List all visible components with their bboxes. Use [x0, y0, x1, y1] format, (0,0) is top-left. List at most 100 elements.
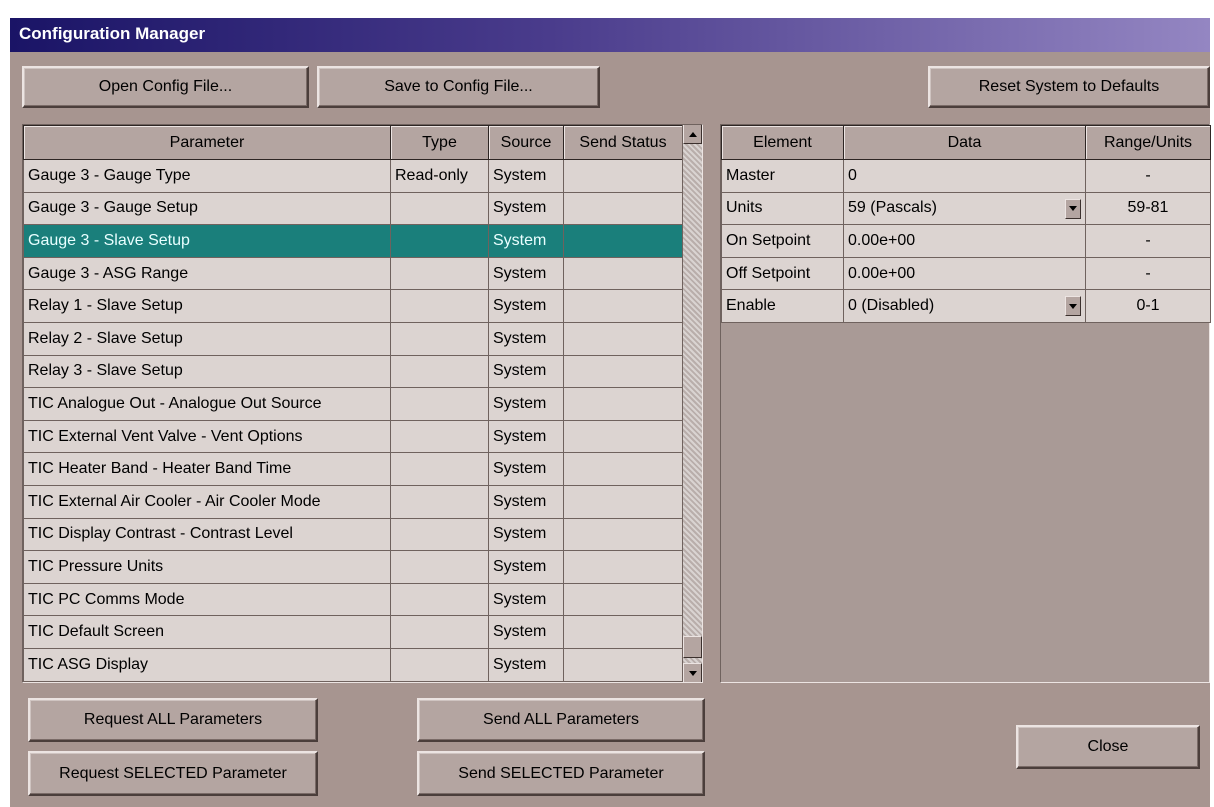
parameter-row[interactable]: Relay 1 - Slave Setup System — [23, 289, 683, 323]
send-status-cell[interactable] — [563, 354, 683, 389]
parameter-cell[interactable]: Relay 3 - Slave Setup — [23, 354, 391, 389]
send-status-cell[interactable] — [563, 484, 683, 519]
type-cell[interactable] — [390, 582, 489, 617]
source-cell[interactable]: System — [488, 289, 564, 323]
source-cell[interactable]: System — [488, 354, 564, 389]
send-status-cell[interactable] — [563, 419, 683, 454]
parameter-row[interactable]: TIC ASG Display System — [23, 647, 683, 682]
type-cell[interactable] — [390, 354, 489, 389]
element-data-field[interactable]: 0.00e+00 — [843, 256, 1086, 291]
send-status-cell[interactable] — [563, 289, 683, 323]
send-status-cell[interactable] — [563, 387, 683, 421]
parameter-cell[interactable]: TIC Pressure Units — [23, 550, 391, 584]
source-cell[interactable]: System — [488, 387, 564, 421]
source-cell[interactable]: System — [488, 582, 564, 617]
parameter-cell[interactable]: TIC Default Screen — [23, 615, 391, 649]
close-button[interactable]: Close — [1016, 725, 1200, 769]
title-bar[interactable]: Configuration Manager — [10, 18, 1210, 52]
source-cell[interactable]: System — [488, 419, 564, 454]
column-header-data[interactable]: Data — [843, 125, 1086, 160]
source-cell[interactable]: System — [488, 256, 564, 291]
type-cell[interactable] — [390, 484, 489, 519]
parameter-row[interactable]: TIC Display Contrast - Contrast Level Sys… — [23, 517, 683, 552]
parameter-row[interactable]: Gauge 3 - ASG Range System — [23, 256, 683, 291]
element-data-field[interactable]: 0.00e+00 — [843, 224, 1086, 258]
element-data-dropdown[interactable]: 0 (Disabled) — [843, 289, 1086, 323]
parameter-row[interactable]: Gauge 3 - Gauge Setup System — [23, 191, 683, 226]
parameter-cell[interactable]: TIC Analogue Out - Analogue Out Source — [23, 387, 391, 421]
type-cell[interactable] — [390, 289, 489, 323]
send-status-cell[interactable] — [563, 159, 683, 193]
parameter-table-scrollbar[interactable] — [682, 124, 702, 683]
parameter-cell[interactable]: Relay 1 - Slave Setup — [23, 289, 391, 323]
column-header-element[interactable]: Element — [721, 125, 844, 160]
save-config-file-button[interactable]: Save to Config File... — [317, 66, 600, 108]
parameter-row[interactable]: TIC External Vent Valve - Vent Options Sy… — [23, 419, 683, 454]
parameter-cell[interactable]: TIC ASG Display — [23, 647, 391, 682]
parameter-row[interactable]: TIC External Air Cooler - Air Cooler Mod… — [23, 484, 683, 519]
parameter-cell[interactable]: Gauge 3 - Gauge Type — [23, 159, 391, 193]
column-header-range-units[interactable]: Range/Units — [1085, 125, 1211, 160]
type-cell[interactable] — [390, 387, 489, 421]
parameter-row[interactable]: Relay 3 - Slave Setup System — [23, 354, 683, 389]
send-status-cell[interactable] — [563, 256, 683, 291]
element-data-dropdown[interactable]: 59 (Pascals) — [843, 191, 1086, 226]
parameter-cell[interactable]: TIC Heater Band - Heater Band Time — [23, 452, 391, 486]
send-status-cell[interactable] — [563, 550, 683, 584]
send-status-cell[interactable] — [563, 452, 683, 486]
type-cell[interactable] — [390, 647, 489, 682]
send-status-cell[interactable] — [563, 191, 683, 226]
request-selected-parameter-button[interactable]: Request SELECTED Parameter — [28, 751, 318, 796]
element-data-field[interactable]: 0 — [843, 159, 1086, 193]
parameter-row[interactable]: TIC Pressure Units System — [23, 550, 683, 584]
reset-defaults-button[interactable]: Reset System to Defaults — [928, 66, 1210, 108]
parameter-row[interactable]: TIC Analogue Out - Analogue Out Source Sy… — [23, 387, 683, 421]
parameter-cell[interactable]: Gauge 3 - ASG Range — [23, 256, 391, 291]
source-cell[interactable]: System — [488, 615, 564, 649]
source-cell[interactable]: System — [488, 550, 564, 584]
source-cell[interactable]: System — [488, 321, 564, 356]
source-cell[interactable]: System — [488, 191, 564, 226]
type-cell[interactable] — [390, 224, 489, 258]
parameter-cell[interactable]: TIC External Air Cooler - Air Cooler Mod… — [23, 484, 391, 519]
send-status-cell[interactable] — [563, 517, 683, 552]
send-status-cell[interactable] — [563, 321, 683, 356]
parameter-cell[interactable]: Gauge 3 - Gauge Setup — [23, 191, 391, 226]
column-header-source[interactable]: Source — [488, 125, 564, 160]
type-cell[interactable] — [390, 615, 489, 649]
send-status-cell[interactable] — [563, 647, 683, 682]
parameter-cell[interactable]: TIC Display Contrast - Contrast Level — [23, 517, 391, 552]
column-header-send-status[interactable]: Send Status — [563, 125, 683, 160]
type-cell[interactable] — [390, 517, 489, 552]
send-status-cell[interactable] — [563, 224, 683, 258]
type-cell[interactable]: Read-only — [390, 159, 489, 193]
parameter-row[interactable]: Gauge 3 - Slave Setup System — [23, 224, 683, 258]
element-row[interactable]: Master 0- — [721, 159, 1211, 193]
parameter-row[interactable]: TIC Default Screen System — [23, 615, 683, 649]
type-cell[interactable] — [390, 256, 489, 291]
source-cell[interactable]: System — [488, 647, 564, 682]
send-all-parameters-button[interactable]: Send ALL Parameters — [417, 698, 705, 742]
parameter-row[interactable]: Relay 2 - Slave Setup System — [23, 321, 683, 356]
element-row[interactable]: Units 59 (Pascals) 59-81 — [721, 191, 1211, 226]
column-header-type[interactable]: Type — [390, 125, 489, 160]
type-cell[interactable] — [390, 419, 489, 454]
type-cell[interactable] — [390, 191, 489, 226]
source-cell[interactable]: System — [488, 224, 564, 258]
parameter-cell[interactable]: Gauge 3 - Slave Setup — [23, 224, 391, 258]
source-cell[interactable]: System — [488, 159, 564, 193]
element-row[interactable]: Off Setpoint 0.00e+00- — [721, 256, 1211, 291]
request-all-parameters-button[interactable]: Request ALL Parameters — [28, 698, 318, 742]
scroll-up-button[interactable] — [683, 124, 702, 144]
element-row[interactable]: Enable 0 (Disabled) 0-1 — [721, 289, 1211, 323]
type-cell[interactable] — [390, 452, 489, 486]
parameter-row[interactable]: TIC PC Comms Mode System — [23, 582, 683, 617]
type-cell[interactable] — [390, 550, 489, 584]
parameter-row[interactable]: TIC Heater Band - Heater Band Time System — [23, 452, 683, 486]
source-cell[interactable]: System — [488, 484, 564, 519]
parameter-cell[interactable]: TIC External Vent Valve - Vent Options — [23, 419, 391, 454]
parameter-row[interactable]: Gauge 3 - Gauge Type Read-only System — [23, 159, 683, 193]
parameter-cell[interactable]: Relay 2 - Slave Setup — [23, 321, 391, 356]
type-cell[interactable] — [390, 321, 489, 356]
source-cell[interactable]: System — [488, 517, 564, 552]
